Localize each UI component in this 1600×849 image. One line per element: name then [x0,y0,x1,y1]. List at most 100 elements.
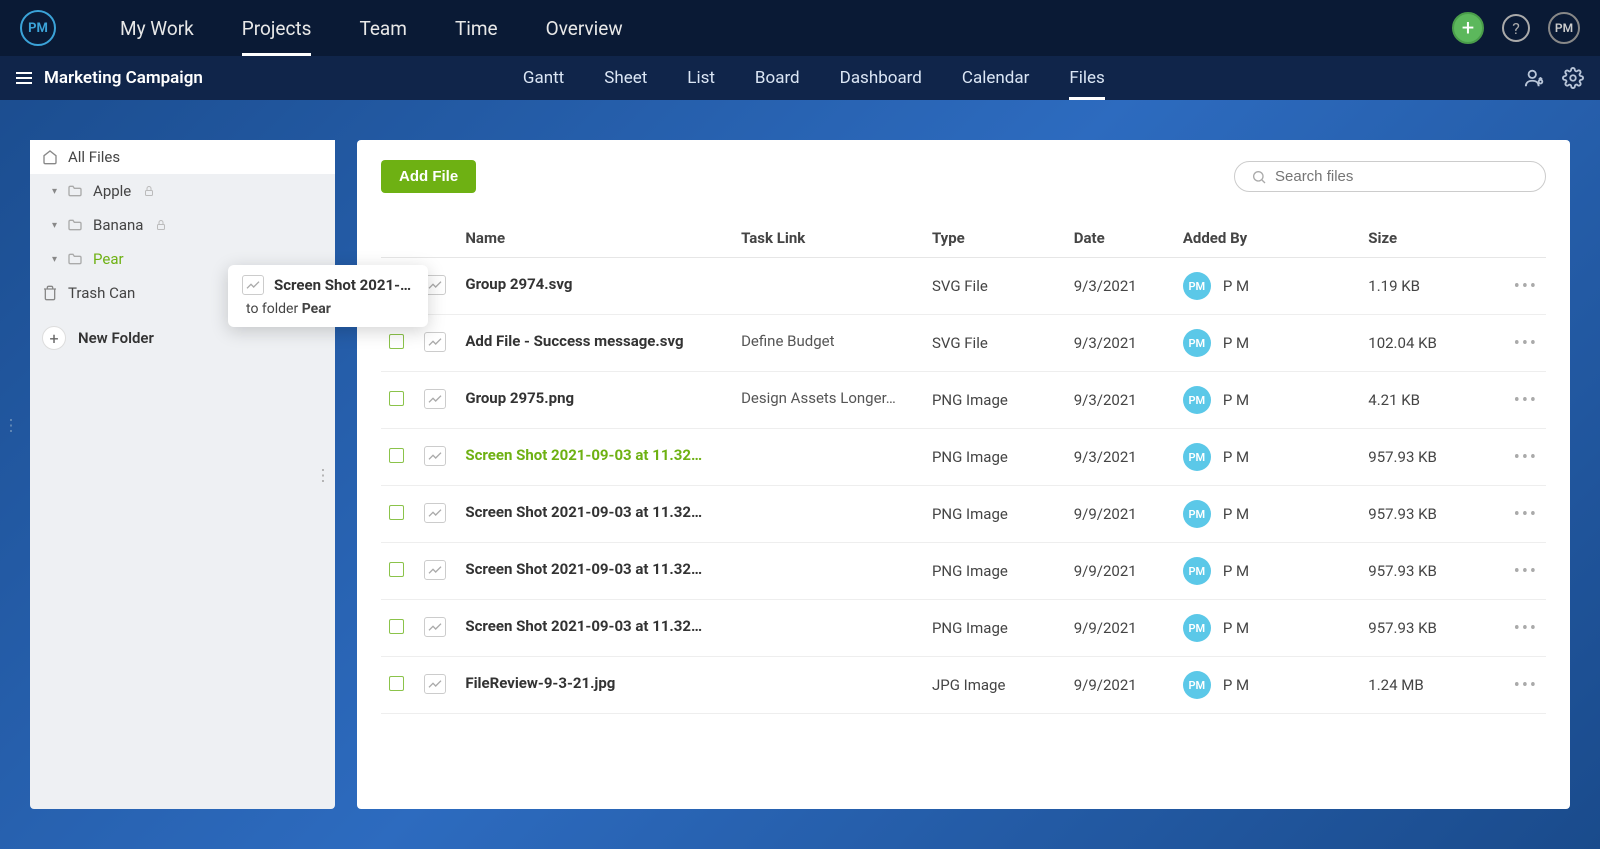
file-thumb-icon [424,674,446,694]
sidebar-folder-banana[interactable]: ▾ Banana [30,208,335,242]
row-menu-icon[interactable]: ••• [1514,618,1538,639]
lock-icon [155,219,167,231]
table-row[interactable]: Screen Shot 2021-09-03 at 11.32…PNG Imag… [381,600,1546,657]
column-header-name[interactable]: Name [457,219,733,258]
file-name[interactable]: Screen Shot 2021-09-03 at 11.32… [465,446,702,464]
team-icon[interactable] [1524,67,1546,89]
table-row[interactable]: Screen Shot 2021-09-03 at 11.32… PNG Imag… [381,543,1546,600]
row-checkbox[interactable] [389,676,404,691]
trash-icon [42,285,58,301]
file-name[interactable]: Group 2975.png [465,389,574,407]
file-size: 1.19 KB [1368,277,1420,295]
topnav-projects[interactable]: Projects [218,0,336,56]
sidebar-all-files-label: All Files [68,148,120,166]
gear-icon[interactable] [1562,67,1584,89]
table-row[interactable]: Screen Shot 2021-09-03 at 11.32… PNG Imag… [381,486,1546,543]
help-icon[interactable]: ? [1502,14,1530,42]
search-field[interactable] [1234,161,1546,192]
tab-gantt[interactable]: Gantt [503,56,584,100]
added-by-name: P M [1223,619,1249,637]
file-thumb-icon [424,560,446,580]
user-avatar-icon: PM [1183,329,1211,357]
file-task-link[interactable]: Design Assets Longer… [741,389,896,407]
tab-board[interactable]: Board [735,56,820,100]
user-avatar-icon: PM [1183,272,1211,300]
chevron-down-icon: ▾ [52,220,57,231]
table-row[interactable]: Add File - Success message.svg Define Bud… [381,315,1546,372]
user-avatar-icon: PM [1183,500,1211,528]
column-header-type[interactable]: Type [924,219,1066,258]
collapse-handle-icon[interactable]: ⋮ [3,415,19,434]
file-thumb-icon [424,332,446,352]
file-name[interactable]: Group 2974.svg [465,275,572,293]
column-header-task[interactable]: Task Link [733,219,924,258]
tab-files[interactable]: Files [1049,56,1124,100]
added-by-name: P M [1223,676,1249,694]
column-header-date[interactable]: Date [1066,219,1175,258]
file-name[interactable]: Screen Shot 2021-09-03 at 11.32… [465,617,702,635]
sidebar-folder-apple[interactable]: ▾ Apple [30,174,335,208]
file-type: PNG Image [932,562,1008,580]
tab-list[interactable]: List [667,56,735,100]
sub-nav: Marketing Campaign GanttSheetListBoardDa… [0,56,1600,100]
topnav-overview[interactable]: Overview [522,0,647,56]
file-size: 957.93 KB [1368,619,1437,637]
drag-handle-icon[interactable]: ⋮ [315,465,331,484]
file-name[interactable]: Add File - Success message.svg [465,332,683,350]
add-file-button[interactable]: Add File [381,160,476,193]
row-menu-icon[interactable]: ••• [1514,504,1538,525]
file-thumb-icon [424,617,446,637]
topnav-team[interactable]: Team [335,0,431,56]
drag-tooltip-filename: Screen Shot 2021-… [274,276,411,294]
table-row[interactable]: FileReview-9-3-21.jpgJPG Image9/9/2021PM… [381,657,1546,714]
user-avatar-icon: PM [1183,386,1211,414]
menu-icon[interactable] [16,72,32,84]
tab-dashboard[interactable]: Dashboard [820,56,942,100]
app-logo[interactable]: PM [20,10,56,46]
row-menu-icon[interactable]: ••• [1514,333,1538,354]
table-row[interactable]: Group 2974.svgSVG File9/3/2021PMP M1.19 … [381,258,1546,315]
file-date: 9/9/2021 [1074,676,1137,694]
file-name[interactable]: FileReview-9-3-21.jpg [465,674,615,692]
row-checkbox[interactable] [389,619,404,634]
row-checkbox[interactable] [389,334,404,349]
added-by-name: P M [1223,562,1249,580]
file-name[interactable]: Screen Shot 2021-09-03 at 11.32… [465,503,702,521]
global-add-button[interactable]: + [1452,12,1484,44]
row-menu-icon[interactable]: ••• [1514,390,1538,411]
new-folder-label: New Folder [78,329,154,347]
row-menu-icon[interactable]: ••• [1514,447,1538,468]
search-icon [1251,169,1267,185]
plus-icon: + [42,326,66,350]
column-header-added-by[interactable]: Added By [1175,219,1360,258]
file-task-link[interactable]: Define Budget [741,332,834,350]
topnav-time[interactable]: Time [431,0,522,56]
lock-icon [143,185,155,197]
file-type: SVG File [932,277,988,295]
user-avatar[interactable]: PM [1548,12,1580,44]
topnav-my-work[interactable]: My Work [96,0,218,56]
row-checkbox[interactable] [389,391,404,406]
file-type: PNG Image [932,505,1008,523]
files-sidebar: All Files ▾Apple▾Banana▾Pear Trash Can +… [30,140,335,809]
tab-calendar[interactable]: Calendar [942,56,1049,100]
folder-label: Banana [93,216,143,234]
sidebar-all-files[interactable]: All Files [30,140,335,174]
row-checkbox[interactable] [389,448,404,463]
table-row[interactable]: Group 2975.pngDesign Assets Longer…PNG I… [381,372,1546,429]
row-checkbox[interactable] [389,505,404,520]
row-menu-icon[interactable]: ••• [1514,276,1538,297]
table-row[interactable]: Screen Shot 2021-09-03 at 11.32…PNG Imag… [381,429,1546,486]
tab-sheet[interactable]: Sheet [584,56,667,100]
file-date: 9/9/2021 [1074,505,1137,523]
chevron-down-icon: ▾ [52,186,57,197]
row-checkbox[interactable] [389,562,404,577]
file-size: 102.04 KB [1368,334,1437,352]
column-header-size[interactable]: Size [1360,219,1502,258]
folder-label: Apple [93,182,131,200]
search-input[interactable] [1275,168,1529,185]
file-name[interactable]: Screen Shot 2021-09-03 at 11.32… [465,560,702,578]
row-menu-icon[interactable]: ••• [1514,561,1538,582]
row-menu-icon[interactable]: ••• [1514,675,1538,696]
file-date: 9/3/2021 [1074,448,1137,466]
